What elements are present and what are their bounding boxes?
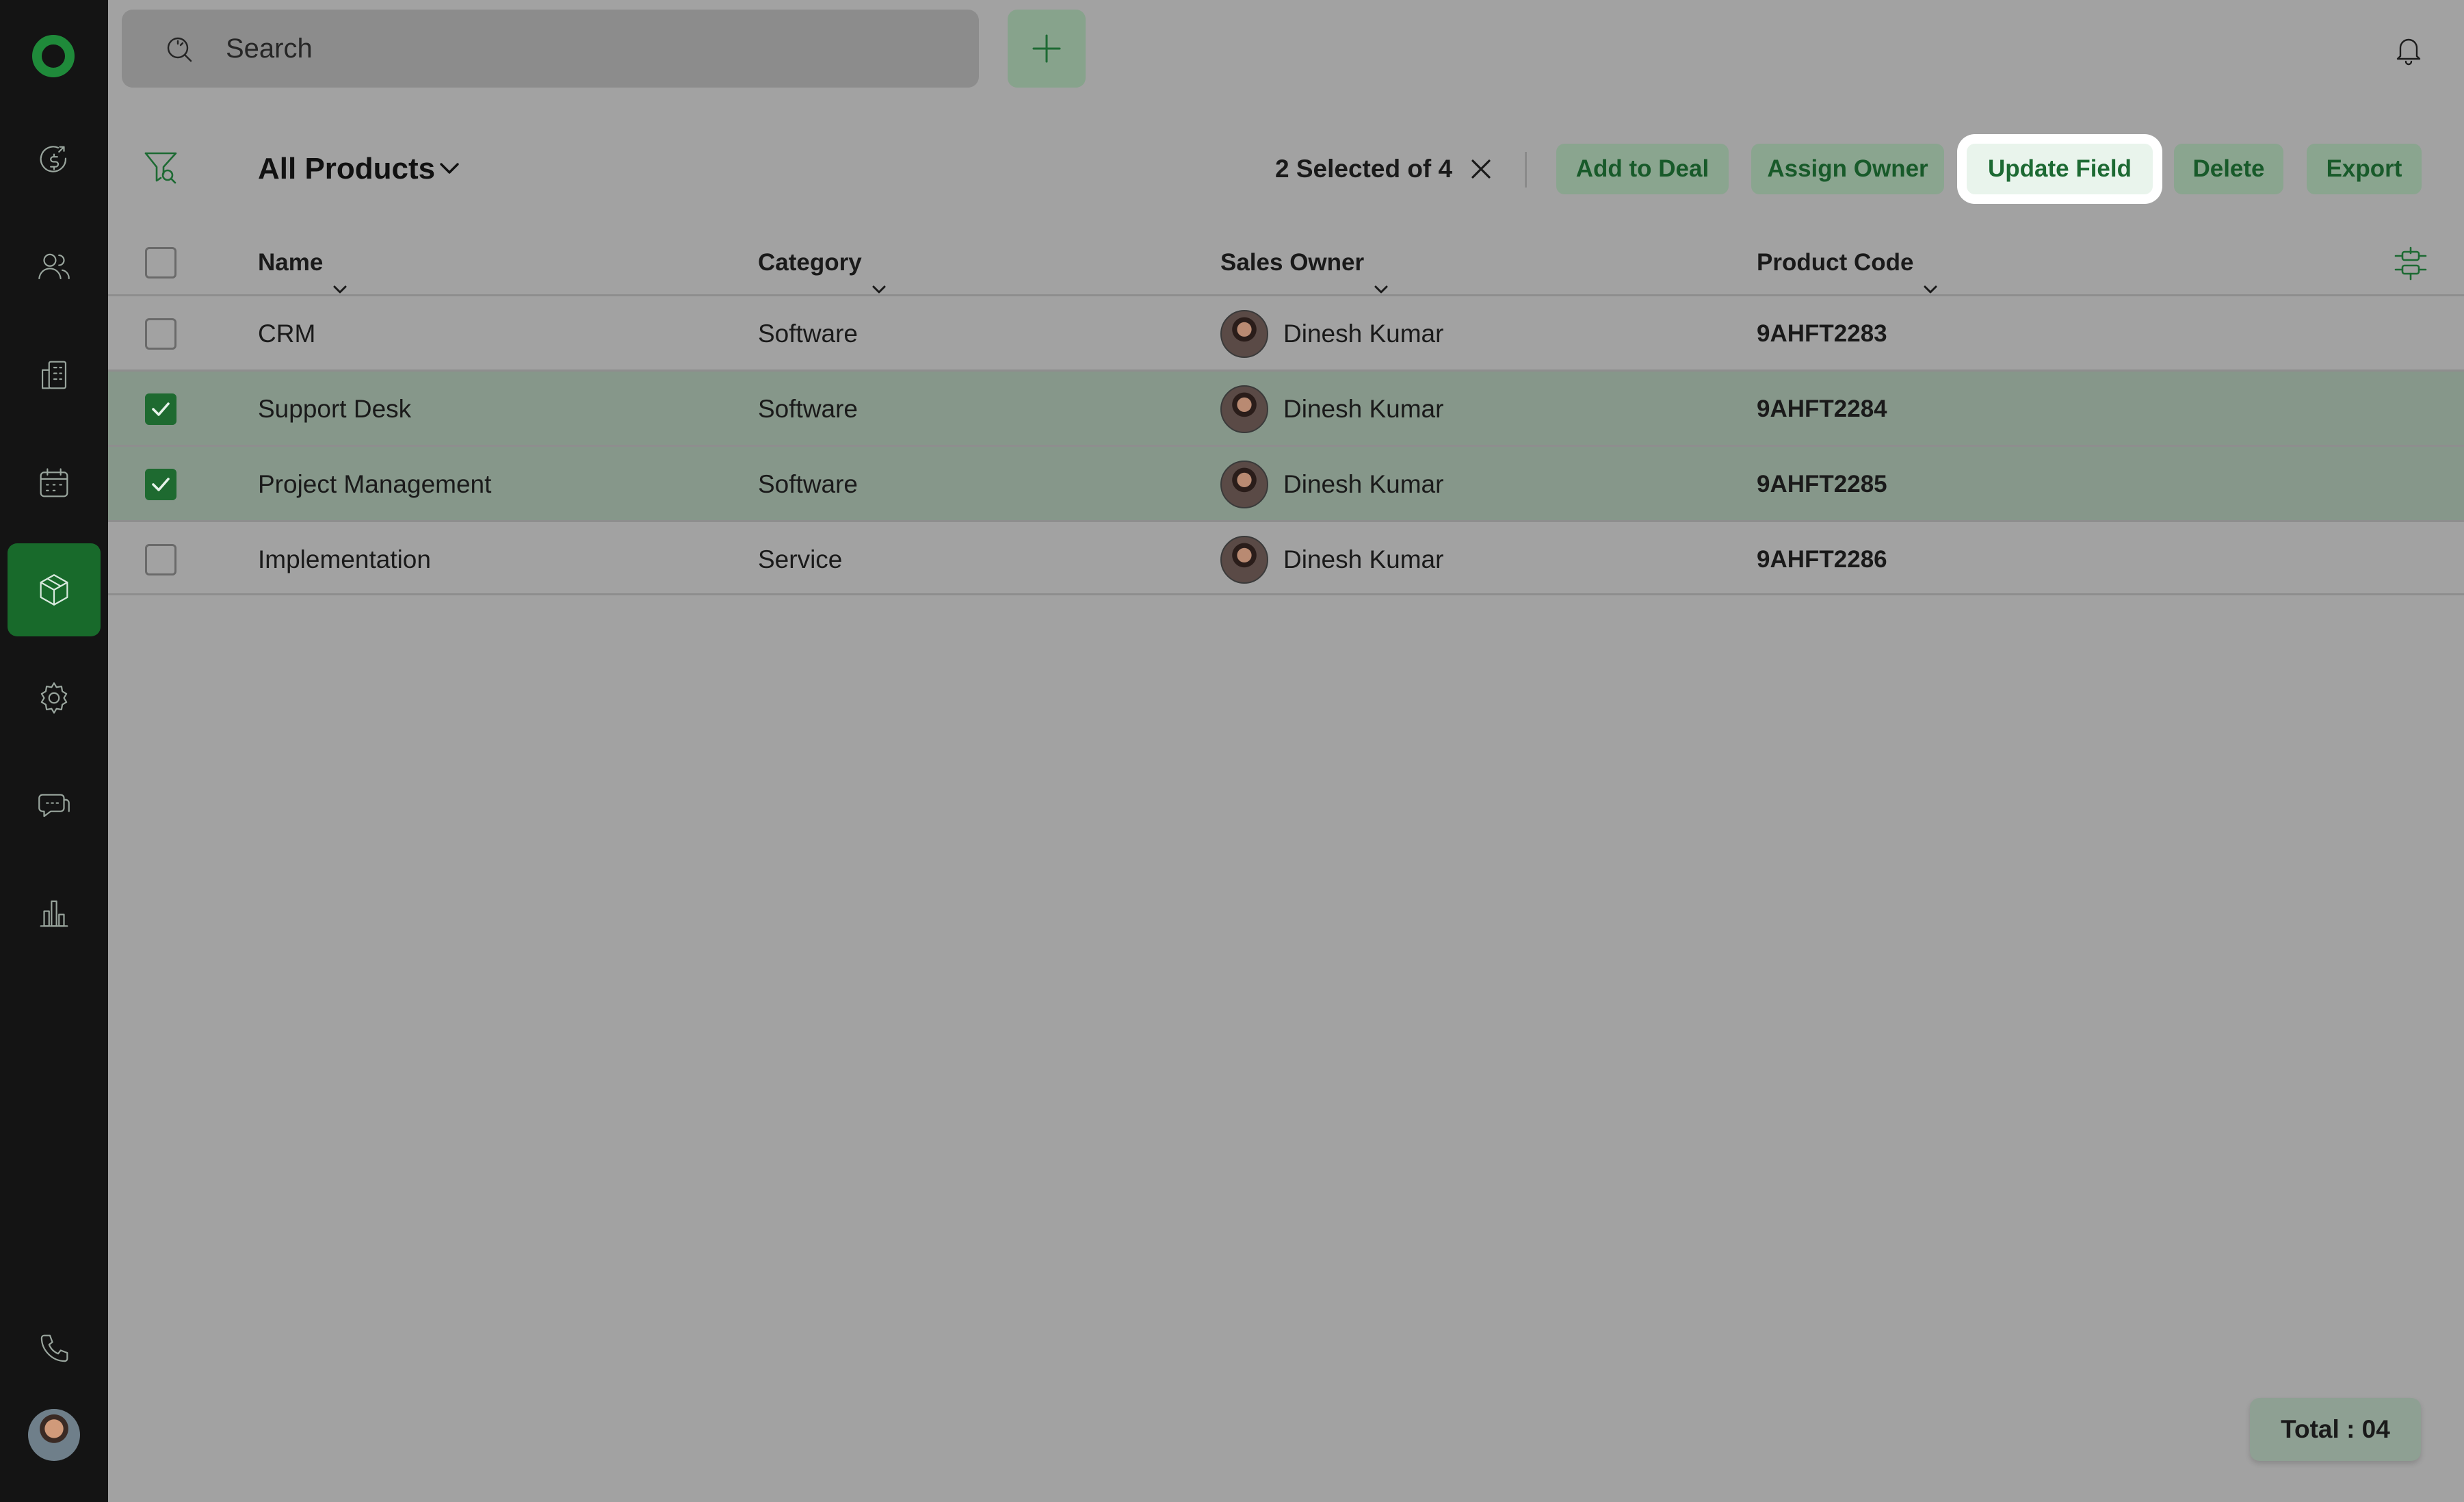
chat-icon (38, 794, 70, 818)
avatar (1220, 461, 1268, 508)
product-category: Software (758, 470, 859, 498)
table-row[interactable]: Support Desk Software Dinesh Kumar 9AHFT… (108, 370, 2464, 445)
sidebar-item-products[interactable] (8, 543, 101, 636)
sales-owner: Dinesh Kumar (1220, 296, 1443, 372)
row-checkbox[interactable] (145, 544, 176, 575)
sidebar-item-reports[interactable] (8, 866, 101, 959)
row-checkbox[interactable] (145, 469, 176, 500)
sidebar-item-deals[interactable] (8, 114, 101, 207)
total-count-badge: Total : 04 (2250, 1398, 2421, 1461)
sidebar-item-accounts[interactable] (8, 328, 101, 422)
delete-button[interactable]: Delete (2174, 144, 2283, 194)
check-icon (152, 478, 170, 491)
select-all-checkbox[interactable] (145, 247, 176, 279)
close-icon (1471, 159, 1491, 179)
sales-owner: Dinesh Kumar (1220, 447, 1443, 522)
product-category: Service (758, 545, 843, 573)
chevron-down-icon[interactable] (438, 160, 461, 178)
sidebar-item-settings[interactable] (8, 651, 101, 744)
table-header: Name Category Sales Owner Product Code (108, 231, 2464, 294)
column-header-sales-owner[interactable]: Sales Owner (1220, 231, 1390, 294)
chevron-down-icon (1922, 257, 1939, 294)
sales-owner: Dinesh Kumar (1220, 372, 1443, 447)
user-avatar[interactable] (28, 1409, 80, 1461)
app-logo[interactable] (30, 33, 77, 79)
row-checkbox[interactable] (145, 393, 176, 425)
column-header-product-code[interactable]: Product Code (1757, 231, 1939, 294)
product-name[interactable]: Project Management (258, 447, 491, 522)
product-code: 9AHFT2285 (1757, 471, 1887, 497)
column-header-category[interactable]: Category (758, 231, 888, 294)
chevron-down-icon (870, 257, 888, 294)
selection-count: 2 Selected of 4 (1275, 155, 1453, 183)
chevron-down-icon (1372, 257, 1390, 294)
products-icon (40, 574, 68, 606)
product-category: Software (758, 395, 859, 423)
product-name[interactable]: Support Desk (258, 372, 411, 447)
product-name[interactable]: CRM (258, 296, 315, 372)
table-row[interactable]: Implementation Service Dinesh Kumar 9AHF… (108, 520, 2464, 595)
avatar (1220, 310, 1268, 358)
product-code: 9AHFT2283 (1757, 320, 1887, 347)
contacts-icon (38, 253, 70, 280)
plus-icon (1032, 34, 1061, 63)
reports-icon (40, 900, 68, 927)
search-input[interactable]: Search (226, 10, 313, 88)
column-settings-button[interactable] (2393, 245, 2428, 281)
toolbar-divider (1525, 152, 1527, 187)
deals-icon (40, 146, 67, 172)
sidebar-item-chat[interactable] (8, 758, 101, 851)
calendar-icon (40, 468, 68, 497)
add-button[interactable] (1008, 10, 1086, 88)
filter-button[interactable] (143, 149, 179, 186)
add-to-deal-button[interactable]: Add to Deal (1556, 144, 1729, 194)
avatar (1220, 385, 1268, 433)
sidebar-item-phone[interactable] (8, 1302, 101, 1395)
chevron-down-icon (331, 257, 349, 294)
sidebar-item-calendar[interactable] (8, 437, 101, 530)
row-checkbox[interactable] (145, 318, 176, 350)
phone-icon (40, 1334, 68, 1362)
product-code: 9AHFT2286 (1757, 546, 1887, 573)
table-row[interactable]: Project Management Software Dinesh Kumar… (108, 445, 2464, 520)
search-bar[interactable]: Search (122, 10, 979, 88)
product-code: 9AHFT2284 (1757, 396, 1887, 422)
clear-selection-button[interactable] (1469, 157, 1493, 181)
column-settings-icon (2394, 246, 2427, 281)
accounts-icon (41, 361, 67, 389)
sidebar-item-contacts[interactable] (8, 220, 101, 313)
avatar (1220, 536, 1268, 584)
column-header-name[interactable]: Name (258, 231, 349, 294)
search-icon (167, 37, 192, 62)
sidebar (0, 0, 108, 1502)
export-button[interactable]: Export (2307, 144, 2422, 194)
check-icon (152, 402, 170, 416)
product-category: Software (758, 320, 859, 348)
view-title[interactable]: All Products (258, 147, 435, 191)
table-row[interactable]: CRM Software Dinesh Kumar 9AHFT2283 (108, 294, 2464, 370)
update-field-button[interactable]: Update Field (1967, 144, 2153, 194)
settings-icon (40, 682, 68, 714)
bell-icon (2396, 38, 2421, 66)
filter-icon (144, 152, 177, 184)
sales-owner: Dinesh Kumar (1220, 522, 1443, 597)
notifications-button[interactable] (2391, 33, 2426, 67)
assign-owner-button[interactable]: Assign Owner (1751, 144, 1944, 194)
product-name[interactable]: Implementation (258, 522, 431, 597)
